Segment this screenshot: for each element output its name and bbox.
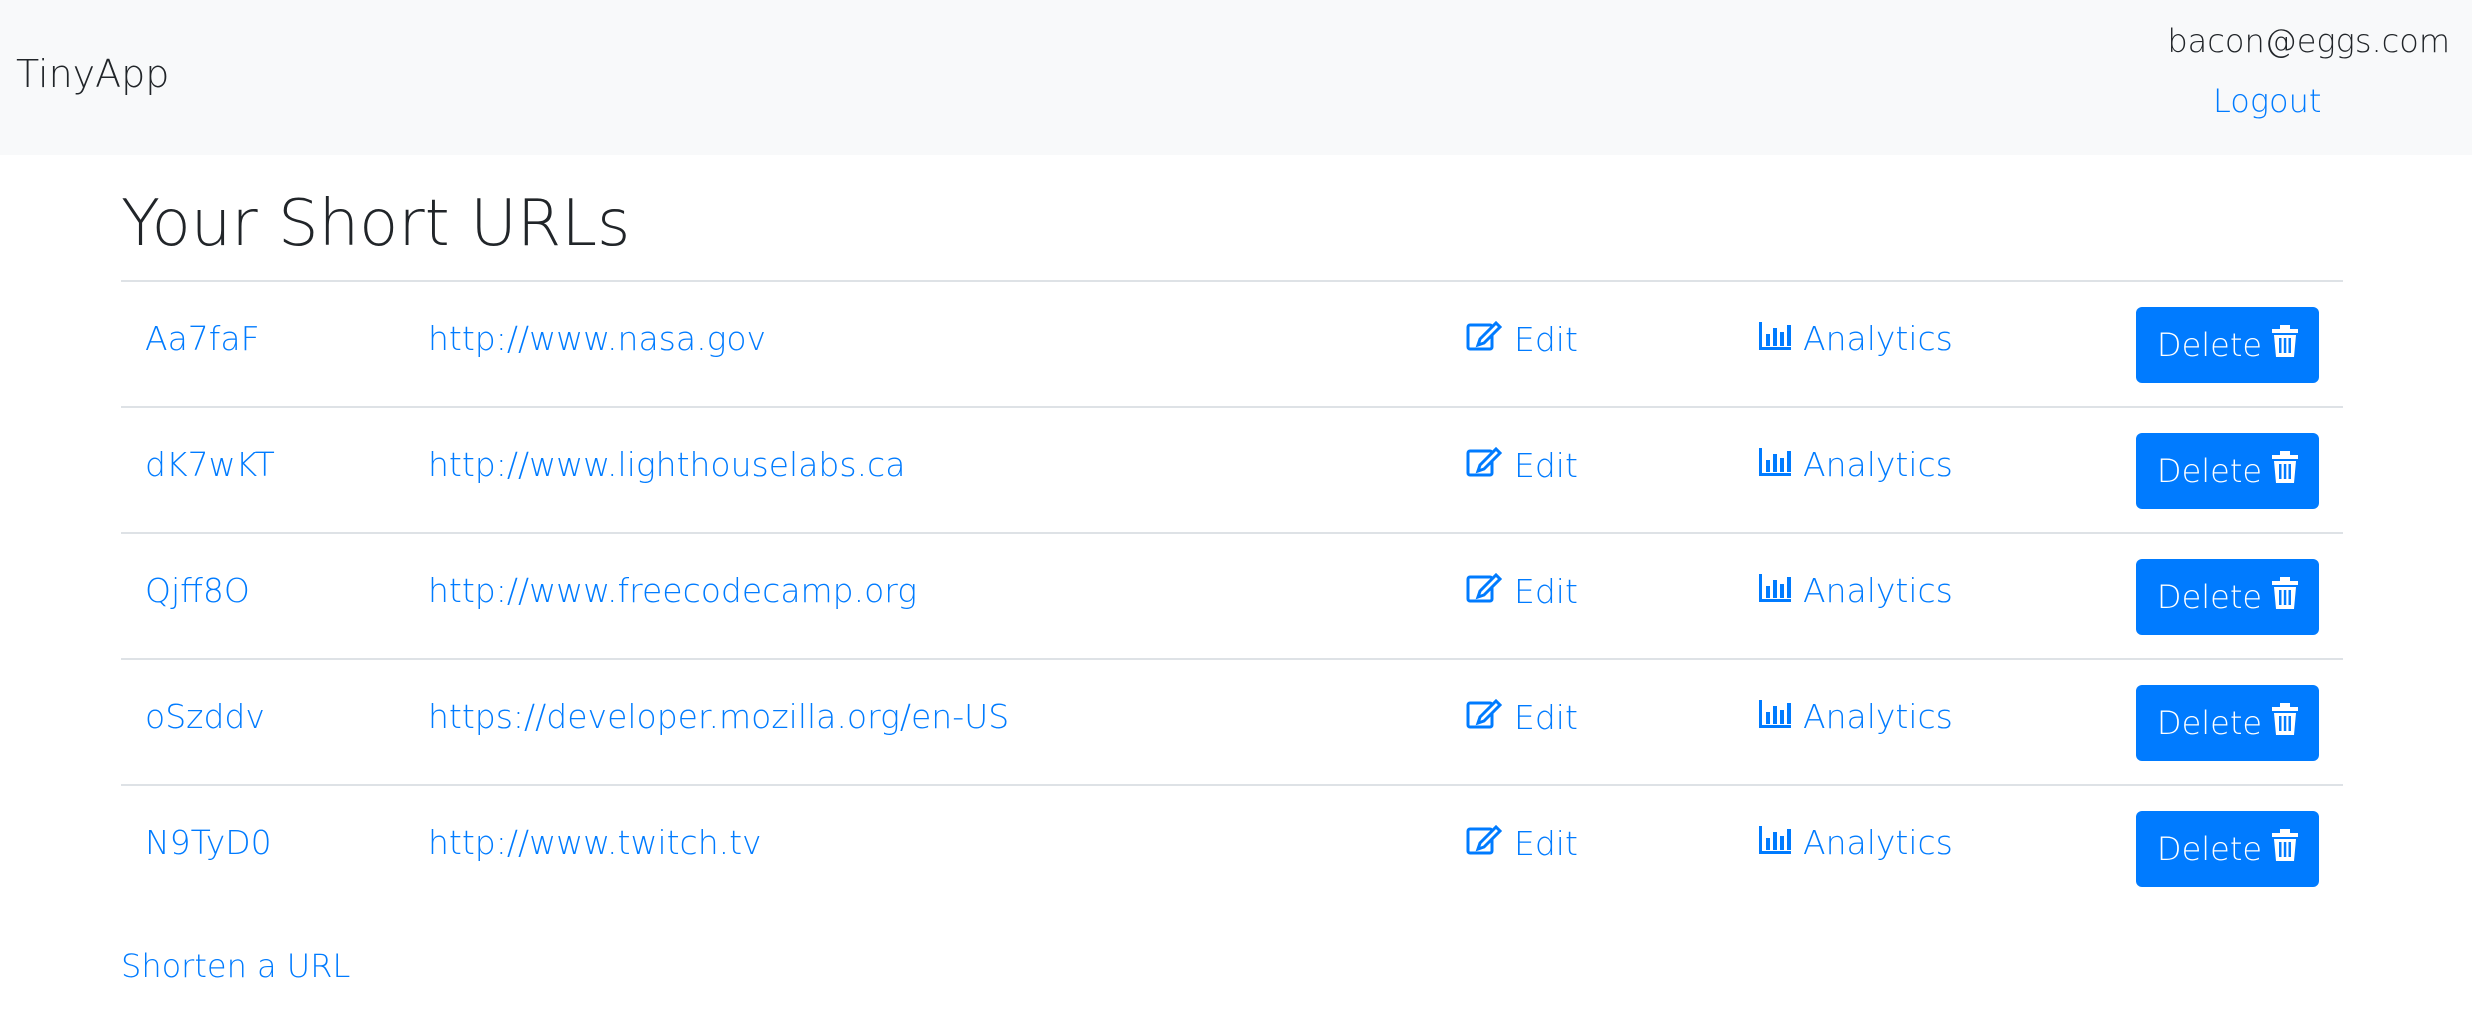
short-url-link[interactable]: N9TyD0	[145, 823, 272, 862]
delete-button[interactable]: Delete	[2136, 685, 2319, 761]
delete-label: Delete	[2156, 452, 2263, 490]
analytics-link[interactable]: Analytics	[1759, 445, 1953, 484]
bar-chart-icon	[1759, 823, 1791, 862]
table-row: Qjff8O http://www.freecodecamp.org Edit	[121, 532, 2343, 658]
edit-label: Edit	[1514, 823, 1578, 863]
long-url-link[interactable]: http://www.lighthouselabs.ca	[428, 445, 905, 484]
page-title: Your Short URLs	[121, 187, 631, 261]
edit-icon	[1466, 823, 1503, 863]
analytics-label: Analytics	[1803, 697, 1953, 736]
trash-icon	[2272, 703, 2299, 743]
bar-chart-icon	[1759, 319, 1791, 358]
user-email: bacon@eggs.com	[2167, 22, 2450, 60]
analytics-link[interactable]: Analytics	[1759, 697, 1953, 736]
delete-button[interactable]: Delete	[2136, 811, 2319, 887]
edit-icon	[1466, 697, 1503, 737]
trash-icon	[2272, 829, 2299, 869]
edit-link[interactable]: Edit	[1466, 445, 1578, 485]
delete-button[interactable]: Delete	[2136, 307, 2319, 383]
delete-button[interactable]: Delete	[2136, 433, 2319, 509]
bar-chart-icon	[1759, 571, 1791, 610]
edit-label: Edit	[1514, 697, 1578, 737]
delete-button[interactable]: Delete	[2136, 559, 2319, 635]
edit-icon	[1466, 571, 1503, 611]
table-row: N9TyD0 http://www.twitch.tv Edit Analyti…	[121, 784, 2343, 910]
shorten-url-link[interactable]: Shorten a URL	[121, 947, 350, 985]
edit-link[interactable]: Edit	[1466, 697, 1578, 737]
edit-link[interactable]: Edit	[1466, 319, 1578, 359]
edit-label: Edit	[1514, 319, 1578, 359]
edit-icon	[1466, 319, 1503, 359]
analytics-link[interactable]: Analytics	[1759, 823, 1953, 862]
analytics-link[interactable]: Analytics	[1759, 571, 1953, 610]
analytics-link[interactable]: Analytics	[1759, 319, 1953, 358]
analytics-label: Analytics	[1803, 319, 1953, 358]
long-url-link[interactable]: http://www.freecodecamp.org	[428, 571, 917, 610]
trash-icon	[2272, 577, 2299, 617]
delete-label: Delete	[2156, 326, 2263, 364]
analytics-label: Analytics	[1803, 571, 1953, 610]
short-url-link[interactable]: Qjff8O	[145, 571, 250, 610]
short-url-link[interactable]: Aa7faF	[145, 319, 260, 358]
analytics-label: Analytics	[1803, 823, 1953, 862]
analytics-label: Analytics	[1803, 445, 1953, 484]
delete-label: Delete	[2156, 704, 2263, 742]
edit-link[interactable]: Edit	[1466, 571, 1578, 611]
edit-icon	[1466, 445, 1503, 485]
short-url-link[interactable]: dK7wKT	[145, 445, 275, 484]
table-row: dK7wKT http://www.lighthouselabs.ca Edit	[121, 406, 2343, 532]
edit-label: Edit	[1514, 445, 1578, 485]
long-url-link[interactable]: http://www.twitch.tv	[428, 823, 762, 862]
delete-label: Delete	[2156, 830, 2263, 868]
trash-icon	[2272, 325, 2299, 365]
delete-label: Delete	[2156, 578, 2263, 616]
bar-chart-icon	[1759, 445, 1791, 484]
bar-chart-icon	[1759, 697, 1791, 736]
url-table: Aa7faF http://www.nasa.gov Edit Analytic…	[121, 280, 2343, 910]
long-url-link[interactable]: https://developer.mozilla.org/en-US	[428, 697, 1009, 736]
short-url-link[interactable]: oSzddv	[145, 697, 265, 736]
long-url-link[interactable]: http://www.nasa.gov	[428, 319, 766, 358]
logout-link[interactable]: Logout	[2213, 82, 2321, 120]
table-row: oSzddv https://developer.mozilla.org/en-…	[121, 658, 2343, 784]
table-row: Aa7faF http://www.nasa.gov Edit Analytic…	[121, 280, 2343, 406]
edit-link[interactable]: Edit	[1466, 823, 1578, 863]
navbar: TinyApp bacon@eggs.com Logout	[0, 0, 2472, 155]
edit-label: Edit	[1514, 571, 1578, 611]
brand-link[interactable]: TinyApp	[16, 52, 169, 96]
trash-icon	[2272, 451, 2299, 491]
